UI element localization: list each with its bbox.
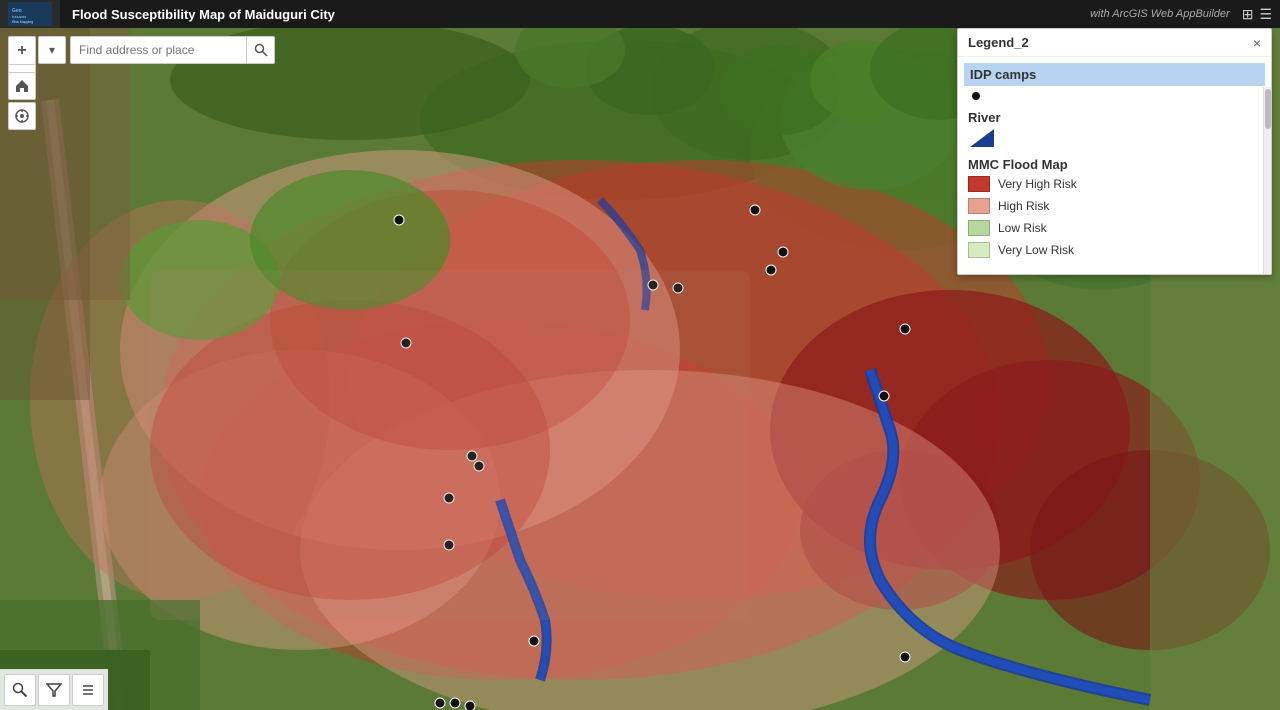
list-button[interactable] xyxy=(72,674,104,706)
river-icon xyxy=(970,129,994,147)
bottom-toolbar xyxy=(0,669,108,710)
appbuilder-label: with ArcGIS Web AppBuilder xyxy=(1090,8,1242,20)
legend-mmc-title: MMC Flood Map xyxy=(968,157,1261,172)
legend-scrollbar-thumb xyxy=(1265,89,1271,129)
legend-very-low-risk: Very Low Risk xyxy=(968,242,1261,258)
grid-icon[interactable]: ⊞ xyxy=(1242,6,1254,23)
search-container xyxy=(70,36,275,64)
legend-scrollbar[interactable] xyxy=(1263,87,1271,274)
high-risk-color xyxy=(968,198,990,214)
legend-close-button[interactable]: × xyxy=(1253,36,1261,50)
svg-text:hazards: hazards xyxy=(12,14,26,19)
logo-image: Geo hazards Risk Mapping xyxy=(8,2,52,26)
search-input[interactable] xyxy=(71,37,246,63)
low-risk-color xyxy=(968,220,990,236)
search-toolbar-icon xyxy=(12,682,28,698)
filter-icon xyxy=(46,682,62,698)
legend-river-item xyxy=(968,129,1261,147)
very-low-risk-color xyxy=(968,242,990,258)
legend-very-high-risk: Very High Risk xyxy=(968,176,1261,192)
very-high-risk-label: Very High Risk xyxy=(998,177,1077,191)
topbar-logo: Geo hazards Risk Mapping xyxy=(0,0,60,28)
list-icon xyxy=(80,682,96,698)
high-risk-label: High Risk xyxy=(998,199,1049,213)
legend-high-risk: High Risk xyxy=(968,198,1261,214)
search-button[interactable] xyxy=(246,37,274,63)
legend-panel: Legend_2 × IDP camps River MMC Flood Map… xyxy=(957,28,1272,275)
home-button[interactable] xyxy=(8,72,36,100)
topbar: Geo hazards Risk Mapping Flood Susceptib… xyxy=(0,0,1280,28)
zoom-in-button[interactable]: + xyxy=(8,36,36,64)
page-title: Flood Susceptibility Map of Maiduguri Ci… xyxy=(60,7,1090,22)
legend-river-title: River xyxy=(968,110,1261,125)
legend-idp-camps-item xyxy=(968,92,1261,100)
idp-camps-dot xyxy=(972,92,980,100)
search-icon xyxy=(254,43,268,57)
very-low-risk-label: Very Low Risk xyxy=(998,243,1074,257)
expand-icon: ▾ xyxy=(49,43,55,57)
topbar-actions: ⊞ ☰ xyxy=(1242,6,1280,23)
map-navigation xyxy=(8,72,36,130)
search-toolbar-button[interactable] xyxy=(4,674,36,706)
location-icon xyxy=(15,109,29,123)
legend-low-risk: Low Risk xyxy=(968,220,1261,236)
location-button[interactable] xyxy=(8,102,36,130)
menu-icon[interactable]: ☰ xyxy=(1259,6,1272,23)
legend-body: IDP camps River MMC Flood Map Very High … xyxy=(958,57,1271,274)
svg-text:Risk Mapping: Risk Mapping xyxy=(12,20,33,24)
legend-header: Legend_2 × xyxy=(958,29,1271,57)
expand-button[interactable]: ▾ xyxy=(38,36,66,64)
very-high-risk-color xyxy=(968,176,990,192)
legend-idp-camps-title: IDP camps xyxy=(964,63,1265,86)
low-risk-label: Low Risk xyxy=(998,221,1047,235)
home-icon xyxy=(15,79,29,93)
legend-title: Legend_2 xyxy=(968,35,1029,50)
filter-button[interactable] xyxy=(38,674,70,706)
